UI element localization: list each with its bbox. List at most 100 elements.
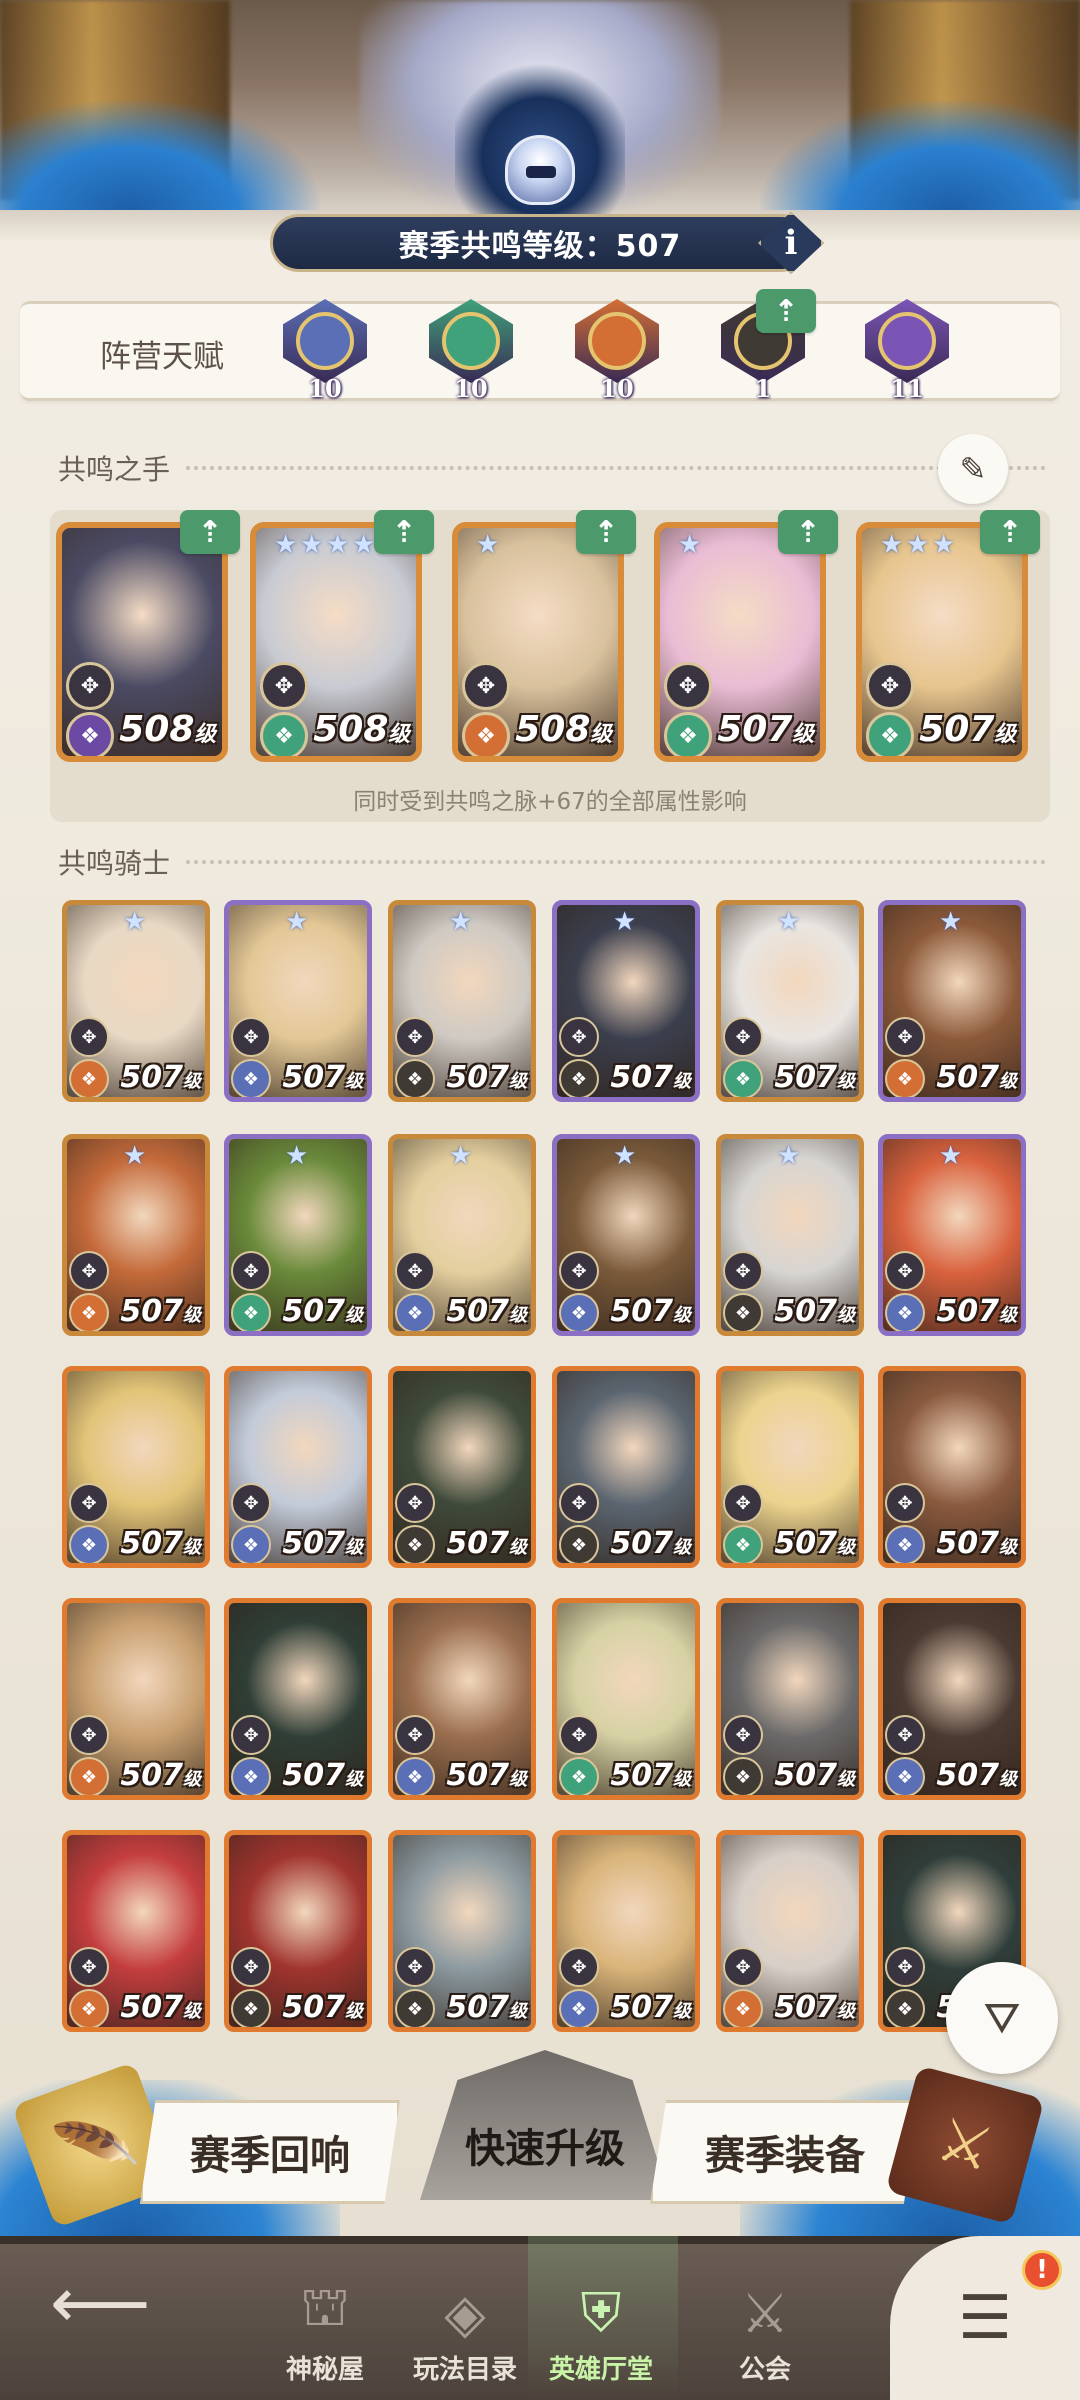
level-unit: 级: [183, 1305, 201, 1326]
resonance-knight-card[interactable]: ★ ✥ ❖ 507级: [716, 1134, 864, 1336]
faction-icon: ❖: [885, 1757, 925, 1795]
class-icon: ✥: [559, 1715, 599, 1755]
upgrade-arrow-icon[interactable]: ⇡: [778, 510, 838, 554]
class-icon: ✥: [66, 662, 114, 710]
resonance-knight-card[interactable]: ★ ✥ ❖ 507级: [716, 900, 864, 1102]
star-icon: ★: [449, 907, 473, 937]
resonance-knight-card[interactable]: ✥❖ 507级: [716, 1830, 864, 2032]
resonance-knight-card[interactable]: ✥❖ 507级: [388, 1366, 536, 1568]
level-unit: 级: [345, 1071, 363, 1092]
level-unit: 级: [509, 1305, 527, 1326]
hero-level: 507级: [120, 1294, 201, 1329]
hero-level: 507级: [919, 709, 1016, 750]
nav-item-3[interactable]: ⛨ 英雄厅堂: [526, 2256, 676, 2396]
resonance-knight-card[interactable]: ★ ✥ ❖ 507级: [388, 1134, 536, 1336]
hero-level-value: 508: [119, 709, 195, 750]
resonance-hand-card[interactable]: ★ ✥ ❖ 508级: [452, 522, 624, 762]
resonance-hand-card[interactable]: ✥ ❖ 508级: [56, 522, 228, 762]
resonance-knight-card[interactable]: ✥❖ 507级: [878, 1366, 1026, 1568]
class-icon: ✥: [395, 1017, 435, 1057]
faction-icon: ❖: [66, 712, 114, 756]
faction-talent-1[interactable]: 10: [270, 299, 380, 403]
hero-level-value: 507: [774, 1294, 837, 1329]
resonance-knight-card[interactable]: ★ ✥ ❖ 507级: [552, 900, 700, 1102]
hero-level: 507级: [120, 1060, 201, 1095]
class-icon: ✥: [723, 1483, 763, 1523]
nav-item-4[interactable]: ⚔ 公会: [690, 2256, 840, 2396]
resonance-knight-card[interactable]: ✥❖ 507级: [62, 1366, 210, 1568]
star-icon: ★: [906, 530, 930, 560]
resonance-knight-card[interactable]: ✥❖ 507级: [388, 1830, 536, 2032]
alert-badge: !: [1022, 2250, 1062, 2290]
nav-label: 公会: [738, 2355, 791, 2385]
hero-resonance-screen: 赛季共鸣等级：507 i 阵营天赋 10 10 10 1 ⇡ 11 共鸣之手 ✎ ✥ ❖ 50…: [0, 0, 1080, 2400]
resonance-knight-card[interactable]: ✥❖ 507级: [552, 1598, 700, 1800]
star-icon: ★: [939, 907, 963, 937]
resonance-knight-card[interactable]: ★ ✥ ❖ 507级: [224, 900, 372, 1102]
season-echo-button[interactable]: 赛季回响: [140, 2100, 400, 2204]
resonance-knight-card[interactable]: ✥❖ 507级: [62, 1598, 210, 1800]
hero-level: 507级: [774, 1526, 855, 1561]
faction-icon: ❖: [260, 712, 308, 756]
level-unit: 级: [345, 1305, 363, 1326]
hero-level-value: 507: [610, 1294, 673, 1329]
level-unit: 级: [183, 1769, 201, 1790]
talent-inner-ring: [296, 312, 354, 370]
class-icon: ✥: [885, 1947, 925, 1987]
resonance-knight-card[interactable]: ✥❖ 507级: [224, 1598, 372, 1800]
star-icon: ★: [123, 907, 147, 937]
resonance-knight-card[interactable]: ✥❖ 507级: [552, 1366, 700, 1568]
faction-talent-3[interactable]: 10: [562, 299, 672, 403]
resonance-knight-card[interactable]: ★ ✥ ❖ 507级: [62, 1134, 210, 1336]
star-icon: ★: [939, 1141, 963, 1171]
faction-talent-2[interactable]: 10: [416, 299, 526, 403]
upgrade-arrow-icon[interactable]: ⇡: [756, 289, 816, 333]
nav-item-2[interactable]: ◈ 玩法目录: [390, 2256, 540, 2396]
resonance-hand-card[interactable]: ★ ★ ★ ✥ ❖ 507级: [856, 522, 1028, 762]
star-icon: ★: [285, 1141, 309, 1171]
faction-icon: ❖: [723, 1293, 763, 1331]
hero-level-value: 507: [610, 1526, 673, 1561]
resonance-hand-card[interactable]: ★ ✥ ❖ 507级: [654, 522, 826, 762]
resonance-hand-card[interactable]: ★★★★★✥❖508级: [250, 522, 422, 762]
star-icon: ★: [777, 1141, 801, 1171]
upgrade-arrow-icon[interactable]: ⇡: [980, 510, 1040, 554]
resonance-knight-card[interactable]: ✥❖ 507级: [224, 1366, 372, 1568]
nav-item-1[interactable]: ⛫ 神秘屋: [250, 2256, 400, 2396]
resonance-knight-card[interactable]: ★ ✥ ❖ 507级: [224, 1134, 372, 1336]
upgrade-arrow-icon[interactable]: ⇡: [180, 510, 240, 554]
resonance-knight-card[interactable]: ✥❖ 507级: [388, 1598, 536, 1800]
resonance-knight-card[interactable]: ✥❖ 507级: [224, 1830, 372, 2032]
resonance-knight-card[interactable]: ★ ✥ ❖ 507级: [878, 1134, 1026, 1336]
level-unit: 级: [590, 722, 612, 747]
resonance-knight-card[interactable]: ✥❖ 507级: [552, 1830, 700, 2032]
resonance-knight-card[interactable]: ✥❖ 507级: [716, 1598, 864, 1800]
class-icon: ✥: [559, 1947, 599, 1987]
upgrade-arrow-icon[interactable]: ⇡: [374, 510, 434, 554]
upgrade-arrow-icon[interactable]: ⇡: [576, 510, 636, 554]
hero-level-value: 507: [774, 1990, 837, 2025]
hero-level: 507级: [282, 1526, 363, 1561]
resonance-knight-card[interactable]: ✥❖ 507级: [716, 1366, 864, 1568]
faction-icon: ❖: [559, 1059, 599, 1097]
hero-level-value: 507: [120, 1990, 183, 2025]
resonance-knight-card[interactable]: ★ ✥ ❖ 507级: [878, 900, 1026, 1102]
class-icon: ✥: [723, 1251, 763, 1291]
resonance-knight-card[interactable]: ✥❖ 507级: [878, 1598, 1026, 1800]
hero-level: 507级: [774, 1990, 855, 2025]
resonance-knight-card[interactable]: ★ ✥ ❖ 507级: [552, 1134, 700, 1336]
hero-level: 507级: [610, 1526, 691, 1561]
resonance-knight-card[interactable]: ✥❖ 507级: [62, 1830, 210, 2032]
faction-icon: ❖: [395, 1525, 435, 1563]
season-equipment-button[interactable]: 赛季装备: [650, 2100, 920, 2204]
resonance-knight-card[interactable]: ★ ✥ ❖ 507级: [62, 900, 210, 1102]
hero-level-value: 507: [919, 709, 995, 750]
hero-level: 507级: [936, 1060, 1017, 1095]
feather-edit-icon[interactable]: ✎: [938, 434, 1008, 504]
hero-level-value: 507: [936, 1526, 999, 1561]
hero-level: 507级: [774, 1758, 855, 1793]
back-arrow-icon[interactable]: ⟵: [50, 2262, 150, 2344]
resonance-knight-card[interactable]: ★ ✥ ❖ 507级: [388, 900, 536, 1102]
class-icon: ✥: [260, 662, 308, 710]
faction-talent-5[interactable]: 11: [852, 299, 962, 403]
